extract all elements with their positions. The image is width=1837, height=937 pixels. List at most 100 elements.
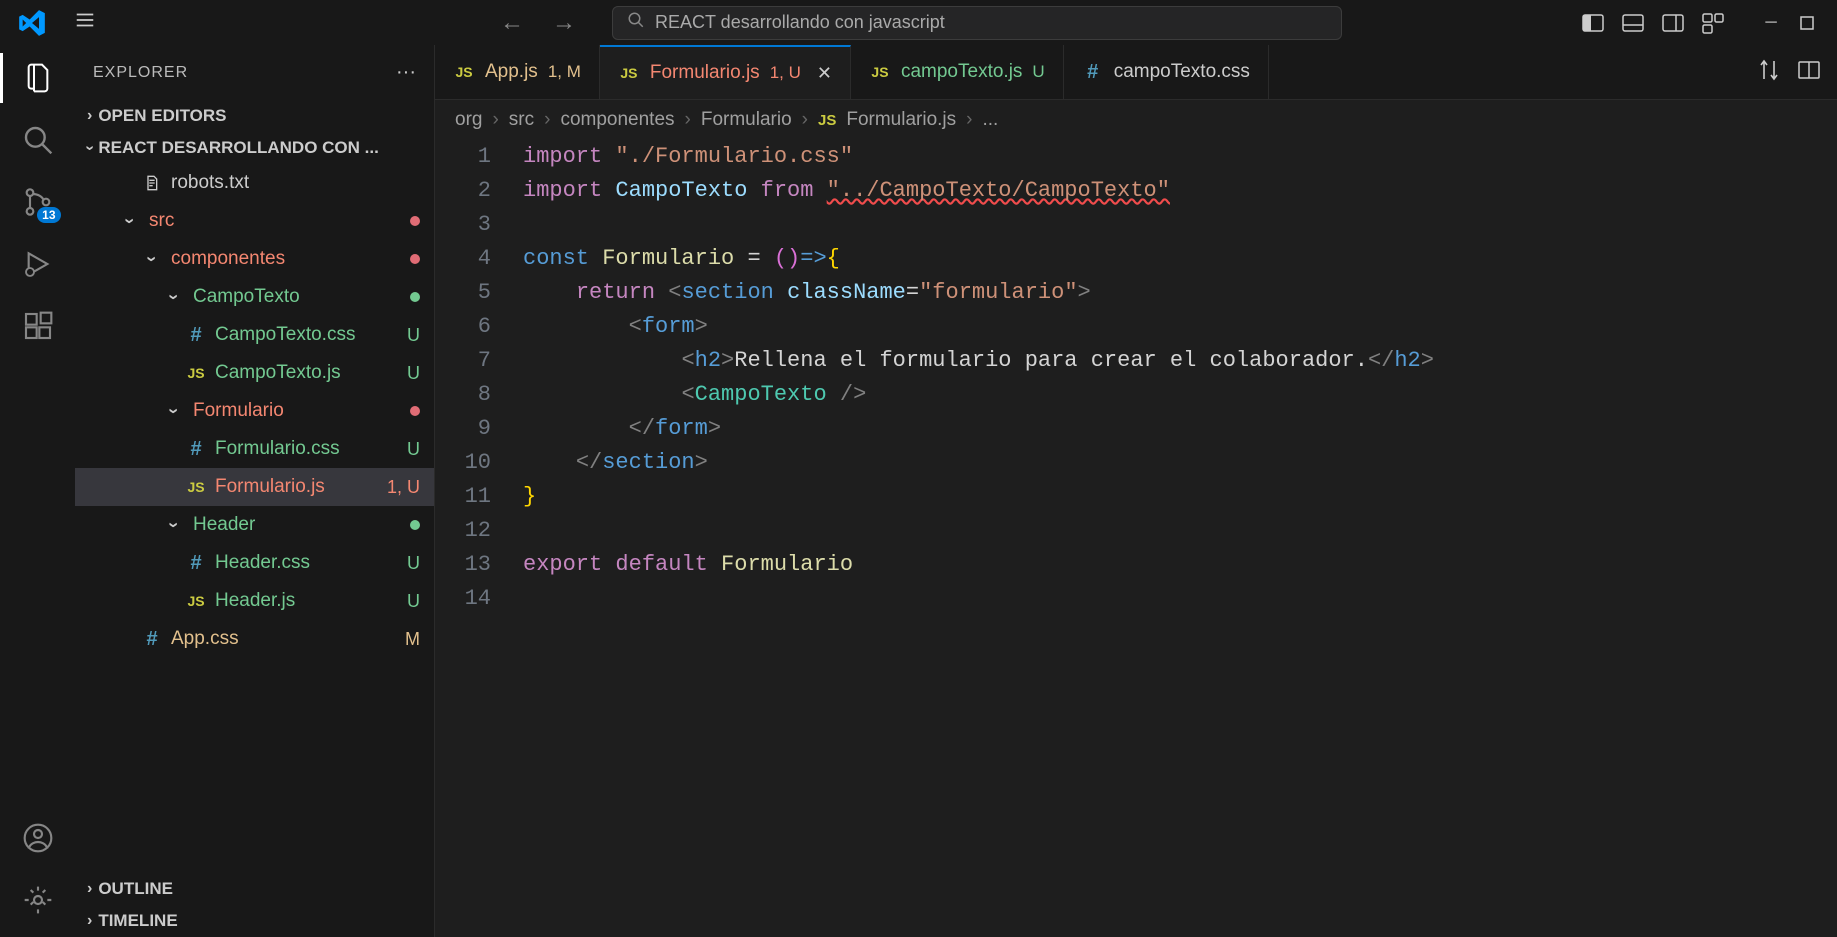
chevron-right-icon: › xyxy=(802,109,808,131)
close-icon[interactable]: ✕ xyxy=(817,63,832,84)
breadcrumb[interactable]: org › src › componentes › Formulario › JS Formula… xyxy=(435,100,1837,140)
scm-badge: 13 xyxy=(37,207,60,223)
maximize-button[interactable] xyxy=(1797,13,1817,33)
tree-item-formulario-css[interactable]: #Formulario.cssU xyxy=(75,430,434,468)
js-file-icon: JS xyxy=(818,109,836,131)
breadcrumb-symbol[interactable]: ... xyxy=(983,109,999,131)
extensions-activity-icon[interactable] xyxy=(21,309,55,343)
code-line[interactable]: <CampoTexto /> xyxy=(523,378,1837,412)
tree-item-campotexto-css[interactable]: #CampoTexto.cssU xyxy=(75,316,434,354)
tree-item-formulario[interactable]: ›Formulario xyxy=(75,392,434,430)
chevron-right-icon: › xyxy=(685,109,691,131)
status-dot-icon xyxy=(410,292,420,302)
tree-label: Header.js xyxy=(215,590,399,612)
run-debug-activity-icon[interactable] xyxy=(21,247,55,281)
tree-item-formulario-js[interactable]: JSFormulario.js1, U xyxy=(75,468,434,506)
outline-section[interactable]: › OUTLINE xyxy=(75,873,434,905)
tab-campotexto-js[interactable]: JScampoTexto.jsU xyxy=(851,45,1064,99)
tab-campotexto-css[interactable]: #campoTexto.css xyxy=(1064,45,1269,99)
tab-formulario-js[interactable]: JSFormulario.js1, U✕ xyxy=(600,45,851,99)
layout-secondary-sidebar-icon[interactable] xyxy=(1661,11,1685,35)
git-status: U xyxy=(407,363,420,384)
code-line[interactable]: export default Formulario xyxy=(523,548,1837,582)
line-numbers: 1234567891011121314 xyxy=(435,140,515,937)
tab-badge: 1, M xyxy=(548,62,581,82)
tree-label: Header.css xyxy=(215,552,399,574)
minimize-button[interactable]: ─ xyxy=(1761,13,1781,33)
source-control-activity-icon[interactable]: 13 xyxy=(21,185,55,219)
tree-label: Formulario.css xyxy=(215,438,399,460)
code-line[interactable] xyxy=(523,514,1837,548)
explorer-activity-icon[interactable] xyxy=(21,61,55,95)
chevron-right-icon: › xyxy=(492,109,498,131)
breadcrumb-file[interactable]: Formulario.js xyxy=(846,109,956,131)
breadcrumb-part[interactable]: org xyxy=(455,109,482,131)
tree-label: Formulario.js xyxy=(215,476,379,498)
search-activity-icon[interactable] xyxy=(21,123,55,157)
tree-label: componentes xyxy=(171,248,402,270)
file-tree: robots.txt ›src›componentes›CampoTexto#Ca… xyxy=(75,164,434,873)
accounts-activity-icon[interactable] xyxy=(21,821,55,855)
tree-label: Header xyxy=(193,514,402,536)
compare-changes-icon[interactable] xyxy=(1757,58,1781,87)
code-content[interactable]: import "./Formulario.css"import CampoTex… xyxy=(515,140,1837,937)
tree-item-header[interactable]: ›Header xyxy=(75,506,434,544)
code-line[interactable] xyxy=(523,582,1837,616)
status-dot-icon xyxy=(410,520,420,530)
code-line[interactable] xyxy=(523,208,1837,242)
hamburger-menu-icon[interactable] xyxy=(66,5,104,41)
chevron-right-icon: › xyxy=(966,109,972,131)
nav-back-button[interactable]: ← xyxy=(492,7,532,39)
settings-activity-icon[interactable] xyxy=(21,883,55,917)
code-line[interactable]: </section> xyxy=(523,446,1837,480)
search-text: REACT desarrollando con javascript xyxy=(655,12,945,33)
breadcrumb-part[interactable]: Formulario xyxy=(701,109,792,131)
split-editor-icon[interactable] xyxy=(1797,58,1821,87)
tree-label: robots.txt xyxy=(171,172,420,194)
tree-label: CampoTexto xyxy=(193,286,402,308)
code-editor[interactable]: 1234567891011121314 import "./Formulario… xyxy=(435,140,1837,937)
tab-label: campoTexto.css xyxy=(1114,61,1250,83)
layout-primary-sidebar-icon[interactable] xyxy=(1581,11,1605,35)
code-line[interactable]: return <section className="formulario"> xyxy=(523,276,1837,310)
git-status: 1, U xyxy=(387,477,420,498)
tree-item-app-css[interactable]: #App.cssM xyxy=(75,620,434,658)
code-line[interactable]: const Formulario = ()=>{ xyxy=(523,242,1837,276)
timeline-section[interactable]: › TIMELINE xyxy=(75,905,434,937)
tab-bar: JSApp.js1, MJSFormulario.js1, U✕JScampoT… xyxy=(435,45,1837,100)
tab-app-js[interactable]: JSApp.js1, M xyxy=(435,45,600,99)
tree-item-header-css[interactable]: #Header.cssU xyxy=(75,544,434,582)
open-editors-section[interactable]: › OPEN EDITORS xyxy=(75,100,434,132)
tree-item-src[interactable]: ›src xyxy=(75,202,434,240)
code-line[interactable]: import CampoTexto from "../CampoTexto/Ca… xyxy=(523,174,1837,208)
code-line[interactable]: <form> xyxy=(523,310,1837,344)
command-center[interactable]: REACT desarrollando con javascript xyxy=(612,6,1342,40)
code-line[interactable]: <h2>Rellena el formulario para crear el … xyxy=(523,344,1837,378)
breadcrumb-part[interactable]: src xyxy=(509,109,534,131)
layout-panel-icon[interactable] xyxy=(1621,11,1645,35)
explorer-sidebar: EXPLORER ··· › OPEN EDITORS › REACT DESA… xyxy=(75,45,435,937)
tree-item-robots-txt[interactable]: robots.txt xyxy=(75,164,434,202)
editor-area: JSApp.js1, MJSFormulario.js1, U✕JScampoT… xyxy=(435,45,1837,937)
tab-badge: U xyxy=(1032,62,1044,82)
tree-item-campotexto-js[interactable]: JSCampoTexto.jsU xyxy=(75,354,434,392)
code-line[interactable]: </form> xyxy=(523,412,1837,446)
git-status: U xyxy=(407,325,420,346)
workspace-section[interactable]: › REACT DESARROLLANDO CON ... xyxy=(75,132,434,164)
chevron-right-icon: › xyxy=(87,107,92,125)
code-line[interactable]: import "./Formulario.css" xyxy=(523,140,1837,174)
tree-item-header-js[interactable]: JSHeader.jsU xyxy=(75,582,434,620)
status-dot-icon xyxy=(410,216,420,226)
breadcrumb-part[interactable]: componentes xyxy=(560,109,674,131)
sidebar-more-icon[interactable]: ··· xyxy=(396,61,416,84)
layout-customize-icon[interactable] xyxy=(1701,11,1725,35)
code-line[interactable]: } xyxy=(523,480,1837,514)
tab-label: Formulario.js xyxy=(650,62,760,84)
search-icon xyxy=(627,11,645,34)
git-status: U xyxy=(407,439,420,460)
tree-label: App.css xyxy=(171,628,397,650)
tree-item-campotexto[interactable]: ›CampoTexto xyxy=(75,278,434,316)
tree-item-componentes[interactable]: ›componentes xyxy=(75,240,434,278)
tree-label: Formulario xyxy=(193,400,402,422)
nav-forward-button[interactable]: → xyxy=(544,7,584,39)
